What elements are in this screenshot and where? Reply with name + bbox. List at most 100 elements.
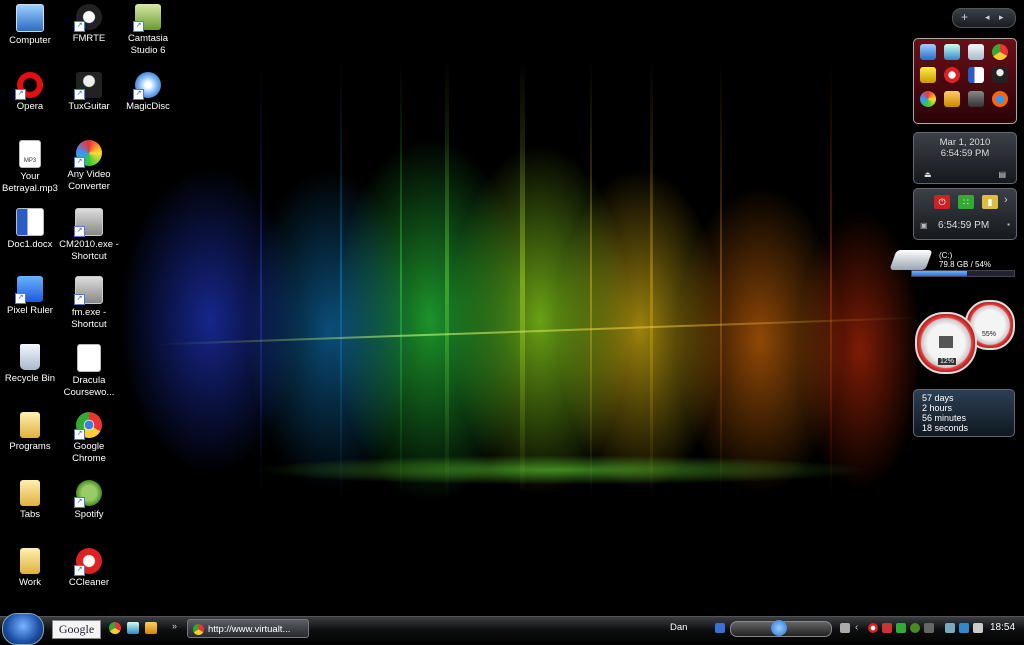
show-desktop-icon[interactable] bbox=[127, 622, 139, 634]
restart-icon[interactable]: ∷ bbox=[958, 195, 974, 209]
document-icon bbox=[77, 344, 101, 372]
fmrte-icon: ↗ bbox=[74, 4, 102, 32]
chevron-right-icon[interactable]: › bbox=[1004, 194, 1008, 206]
ccleaner-icon[interactable] bbox=[944, 67, 960, 83]
drive-usage-bar bbox=[911, 270, 1015, 277]
word-document-icon bbox=[16, 208, 44, 236]
lock-icon[interactable]: ▮ bbox=[982, 195, 998, 209]
fm-icon[interactable] bbox=[920, 67, 936, 83]
power-gadget-time: 6:54:59 PM bbox=[938, 220, 990, 231]
spotify-tray-icon[interactable] bbox=[910, 623, 920, 633]
tray-collapse-icon[interactable]: ‹ bbox=[855, 622, 858, 633]
desktop-icon-any-video-converter[interactable]: ↗ Any Video Converter bbox=[56, 140, 122, 193]
desktop-icon-computer[interactable]: Computer bbox=[0, 4, 63, 47]
video-converter-icon[interactable] bbox=[920, 91, 936, 107]
desktop-icon-your-betrayal[interactable]: MP3 Your Betrayal.mp3 bbox=[0, 140, 63, 195]
clock-date: Mar 1, 2010 bbox=[939, 137, 991, 148]
network-icon[interactable] bbox=[945, 623, 955, 633]
desktop-icon-camtasia[interactable]: ↗ Camtasia Studio 6 bbox=[115, 4, 181, 57]
app-launcher-gadget bbox=[913, 38, 1017, 124]
ccleaner-icon: ↗ bbox=[74, 548, 102, 576]
folder-icon bbox=[20, 412, 40, 438]
sidebar-controls: + ◂ ▸ bbox=[952, 8, 1016, 28]
add-gadget-button[interactable]: + bbox=[961, 10, 968, 24]
taskbar-button-label: http://www.virtualt... bbox=[208, 624, 291, 635]
magicdisc-icon: ↗ bbox=[133, 72, 161, 100]
windows-icon[interactable] bbox=[944, 44, 960, 60]
tuxguitar-icon: ↗ bbox=[74, 72, 102, 100]
desktop-icon-work[interactable]: Work bbox=[0, 548, 63, 589]
clock-time: 6:54:59 PM bbox=[940, 148, 990, 159]
desktop-icon-tuxguitar[interactable]: ↗ TuxGuitar bbox=[56, 72, 122, 113]
cpu-meter: 12% bbox=[915, 312, 977, 374]
shutdown-icon[interactable]: ⏻ bbox=[934, 195, 950, 209]
exe-shortcut-icon: ↗ bbox=[74, 208, 103, 237]
computer-icon[interactable] bbox=[920, 44, 936, 60]
green-tray-icon[interactable] bbox=[896, 623, 906, 633]
desktop-icon-magicdisc[interactable]: ↗ MagicDisc bbox=[115, 72, 181, 113]
padlock-icon[interactable]: ▪ bbox=[1007, 220, 1010, 229]
folder-icon bbox=[20, 480, 40, 506]
deskband-user-label: Dan bbox=[670, 622, 688, 633]
desktop-icon-tabs[interactable]: Tabs bbox=[0, 480, 63, 521]
pixel-ruler-icon: ↗ bbox=[15, 276, 43, 304]
word-icon[interactable] bbox=[968, 67, 984, 83]
desktop-icon-dracula[interactable]: Dracula Coursewo... bbox=[56, 344, 122, 399]
opera-icon: ↗ bbox=[15, 72, 43, 100]
speaker-icon[interactable] bbox=[973, 623, 983, 633]
taskbar-clock[interactable]: 18:54 bbox=[990, 622, 1015, 633]
windows-update-icon[interactable] bbox=[959, 623, 969, 633]
cpu-icon bbox=[939, 336, 953, 348]
play-icon[interactable] bbox=[771, 620, 787, 636]
desktop-icon-recycle-bin[interactable]: Recycle Bin bbox=[0, 344, 63, 385]
quicklaunch-overflow-icon[interactable]: » bbox=[172, 621, 177, 631]
next-gadgets-button[interactable]: ▸ bbox=[999, 12, 1004, 23]
eject-icon[interactable]: ⏏ bbox=[924, 170, 932, 179]
hard-drive-icon bbox=[889, 250, 933, 270]
drive-label: (C:) 79.8 GB / 54% bbox=[939, 251, 992, 269]
uptime-gadget[interactable]: 57 days 2 hours 56 minutes 18 seconds bbox=[913, 389, 1015, 437]
tuxguitar-icon[interactable] bbox=[992, 67, 1008, 83]
taskbar-button-browser[interactable]: http://www.virtualt... bbox=[187, 619, 309, 638]
start-button[interactable] bbox=[2, 613, 44, 645]
chrome-icon[interactable] bbox=[992, 44, 1008, 60]
exe-shortcut-icon: ↗ bbox=[74, 276, 103, 305]
usb-tray-icon[interactable] bbox=[924, 623, 934, 633]
spotify-icon: ↗ bbox=[74, 480, 102, 508]
desktop-icon-programs[interactable]: Programs bbox=[0, 412, 63, 453]
chrome-icon: ↗ bbox=[74, 412, 102, 440]
folder-icon bbox=[20, 548, 40, 574]
desktop-icon-pixel-ruler[interactable]: ↗ Pixel Ruler bbox=[0, 276, 63, 317]
video-converter-icon: ↗ bbox=[74, 140, 102, 168]
desktop-icon-fm-exe[interactable]: ↗ fm.exe - Shortcut bbox=[56, 276, 122, 331]
firefox-icon[interactable] bbox=[992, 91, 1008, 107]
desktop-icon[interactable] bbox=[715, 623, 725, 633]
volume-icon[interactable] bbox=[840, 623, 850, 633]
mp3-file-icon: MP3 bbox=[19, 140, 41, 168]
desktop-icon-doc1[interactable]: Doc1.docx bbox=[0, 208, 63, 251]
media-player-icon[interactable] bbox=[944, 91, 960, 107]
taskbar: Google » http://www.virtualt... Dan ‹ 18… bbox=[0, 613, 1024, 645]
media-player-deskband[interactable] bbox=[730, 620, 832, 637]
prev-gadgets-button[interactable]: ◂ bbox=[985, 12, 990, 23]
desktop-icon-fmrte[interactable]: ↗ FMRTE bbox=[56, 4, 122, 45]
antivirus-tray-icon[interactable] bbox=[882, 623, 892, 633]
computer-icon bbox=[16, 4, 44, 32]
desktop-icon-google-chrome[interactable]: ↗ Google Chrome bbox=[56, 412, 122, 465]
desktop-icon-ccleaner[interactable]: ↗ CCleaner bbox=[56, 548, 122, 589]
desktop-icon-spotify[interactable]: ↗ Spotify bbox=[56, 480, 122, 521]
google-search-deskbar[interactable]: Google bbox=[52, 620, 101, 639]
recycle-bin-icon[interactable] bbox=[968, 44, 984, 60]
desktop-icon-cm2010[interactable]: ↗ CM2010.exe - Shortcut bbox=[56, 208, 122, 263]
clock-gadget[interactable]: Mar 1, 2010 6:54:59 PM ⏏ ▤ bbox=[913, 132, 1017, 184]
ccleaner-tray-icon[interactable] bbox=[868, 623, 878, 633]
power-control-gadget: ⏻ ∷ ▮ › ▣ 6:54:59 PM ▪ bbox=[913, 188, 1017, 240]
desktop-icon-opera[interactable]: ↗ Opera bbox=[0, 72, 63, 113]
calendar-icon[interactable]: ▤ bbox=[998, 170, 1006, 179]
chrome-icon bbox=[193, 624, 204, 635]
media-player-icon[interactable] bbox=[145, 622, 157, 634]
sleep-icon[interactable]: ▣ bbox=[920, 221, 928, 230]
chrome-icon[interactable] bbox=[109, 622, 121, 634]
camera-icon[interactable] bbox=[968, 91, 984, 107]
camtasia-icon: ↗ bbox=[133, 4, 161, 32]
